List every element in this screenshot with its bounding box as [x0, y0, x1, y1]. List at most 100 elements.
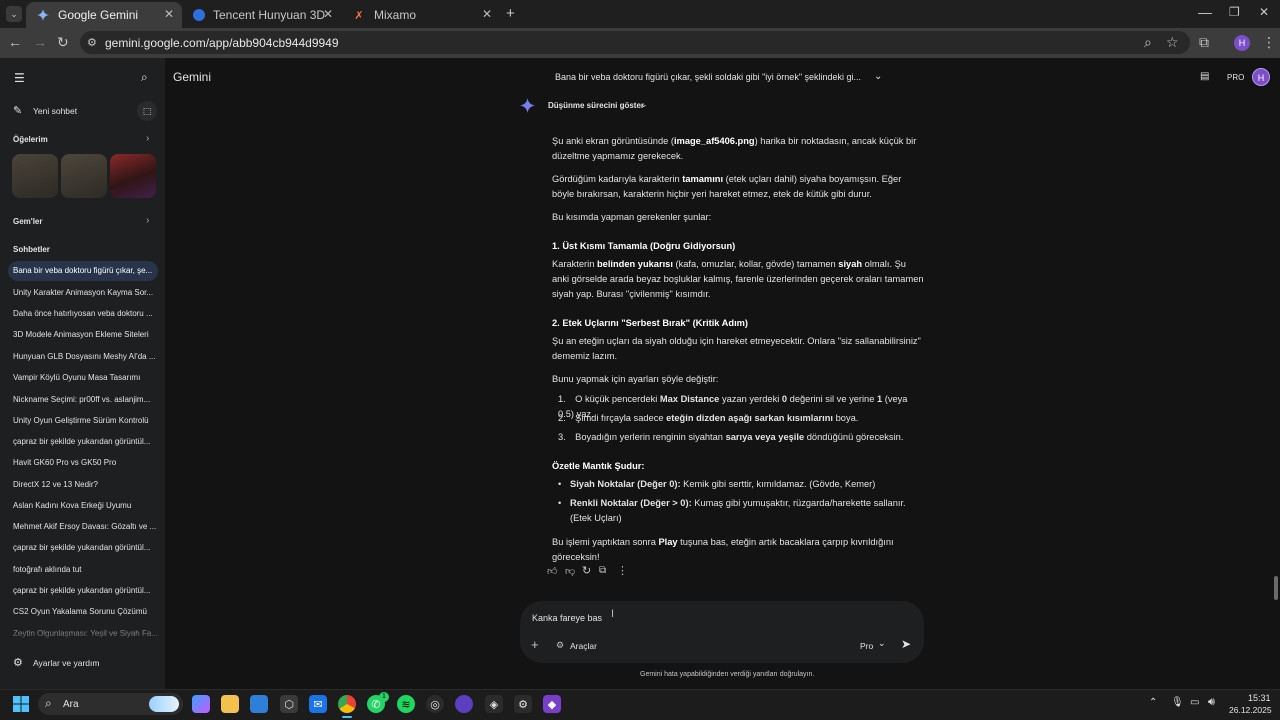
window-close-icon[interactable]: ✕ — [1259, 5, 1269, 19]
prompt-input[interactable]: Kanka fareye bas — [532, 613, 602, 623]
profile-avatar[interactable]: H — [1234, 35, 1250, 51]
whatsapp-badge: 1 — [379, 692, 389, 702]
new-chat-icon[interactable]: ✎ — [13, 104, 22, 117]
app-circle-icon[interactable]: ◎ — [426, 695, 444, 713]
chat-item[interactable]: Hunyuan GLB Dosyasını Meshy AI'da ... — [8, 347, 158, 367]
new-tab-icon[interactable]: + — [506, 5, 515, 22]
tab-mixamo[interactable]: ✗ Mixamo ✕ — [342, 2, 500, 28]
tab-tencent-hunyuan[interactable]: Tencent Hunyuan 3D ✕ — [183, 2, 341, 28]
active-app-indicator — [342, 716, 352, 718]
reload-icon[interactable]: ↻ — [57, 34, 69, 51]
tray-chevron-up-icon[interactable]: ⌃ — [1149, 697, 1157, 708]
chat-item[interactable]: CS2 Oyun Yakalama Sorunu Çözümü — [8, 602, 158, 622]
site-info-icon[interactable]: ⚙ — [87, 36, 97, 49]
app-hexagon-icon[interactable]: ⬡ — [280, 695, 298, 713]
new-chat-button[interactable]: Yeni sohbet — [33, 106, 77, 116]
settings-gear-icon[interactable]: ⚙ — [13, 656, 23, 669]
browser-menu-icon[interactable]: ⋮ — [1262, 34, 1276, 51]
visual-studio-icon[interactable]: ◆ — [543, 695, 561, 713]
extensions-icon[interactable]: ⧉ — [1199, 34, 1209, 51]
close-icon[interactable]: ✕ — [323, 7, 333, 21]
chevron-right-icon[interactable]: › — [146, 215, 149, 226]
temporary-chat-icon[interactable]: ⬚ — [137, 101, 157, 121]
search-icon[interactable]: ⌕ — [141, 70, 148, 85]
chevron-down-icon[interactable]: ⌄ — [878, 638, 886, 649]
mail-icon[interactable]: ✉ — [309, 695, 327, 713]
minimize-icon[interactable]: — — [1198, 4, 1212, 20]
chat-item[interactable]: çapraz bir şekilde yukarıdan görüntül... — [8, 581, 158, 601]
menu-icon[interactable]: ☰ — [14, 71, 25, 85]
tools-button[interactable]: Araçlar — [570, 641, 597, 651]
close-icon[interactable]: ✕ — [482, 7, 492, 21]
chat-item[interactable]: fotoğrafı aklında tut — [8, 560, 158, 580]
volume-icon[interactable]: 🔊︎ — [1208, 696, 1215, 709]
chat-item[interactable]: çapraz bir şekilde yukarıdan görüntül... — [8, 538, 158, 558]
thumbs-down-icon[interactable]: 👎︎ — [565, 565, 575, 577]
chat-item[interactable]: çapraz bir şekilde yukarıdan görüntül... — [8, 432, 158, 452]
disclaimer-text: Gemini hata yapabildiğinden verdiği yanı… — [640, 671, 815, 678]
chat-item[interactable]: Unity Karakter Animasyon Kayma Sor... — [8, 283, 158, 303]
clock-date[interactable]: 26.12.2025 — [1229, 705, 1272, 715]
list-item: Renkli Noktalar (Değer > 0): Kumaş gibi … — [558, 496, 924, 526]
copilot-icon[interactable] — [192, 695, 210, 713]
list-item: 3. Boyadığın yerlerin renginin siyahtan … — [558, 432, 904, 442]
my-items-header[interactable]: Öğelerim — [13, 135, 48, 144]
url-text[interactable]: gemini.google.com/app/abb904cb944d9949 — [105, 36, 339, 50]
send-icon[interactable]: ➤ — [901, 637, 911, 651]
github-icon[interactable] — [455, 695, 473, 713]
app-title: Gemini — [173, 70, 212, 84]
chevron-down-icon[interactable]: ⌄ — [640, 99, 648, 110]
settings-help-button[interactable]: Ayarlar ve yardım — [33, 658, 99, 668]
chat-item[interactable]: Mehmet Akif Ersoy Davası: Gözaltı ve ... — [8, 517, 158, 537]
chat-item[interactable]: Bana bir veba doktoru figürü çıkar, şe..… — [8, 261, 158, 281]
forward-icon[interactable]: → — [33, 34, 47, 50]
print-icon[interactable]: ▤ — [1200, 71, 1209, 82]
file-explorer-icon[interactable] — [221, 695, 239, 713]
prompt-input-container — [520, 601, 924, 663]
account-avatar[interactable]: H — [1252, 68, 1270, 86]
text-cursor-icon: I — [611, 608, 615, 620]
chat-item[interactable]: Unity Oyun Geliştirme Sürüm Kontrolü — [8, 411, 158, 431]
chevron-down-icon[interactable]: ⌄ — [874, 71, 882, 82]
chat-item[interactable]: Daha önce hatırlıyosan veba doktoru ... — [8, 304, 158, 324]
clock-time[interactable]: 15:31 — [1248, 693, 1271, 703]
chat-item[interactable]: Havit GK60 Pro vs GK50 Pro — [8, 453, 158, 473]
more-options-icon[interactable]: ⋮ — [617, 564, 628, 577]
gems-header[interactable]: Gem'ler — [13, 217, 42, 226]
show-thinking-toggle[interactable]: Düşünme sürecini göster — [548, 101, 644, 110]
back-icon[interactable]: ← — [8, 34, 22, 50]
response-paragraph: Gördüğüm kadarıyla karakterin tamamını (… — [552, 174, 902, 199]
chat-item[interactable]: Nickname Seçimi: pr00ff vs. aslanjim... — [8, 390, 158, 410]
chat-item[interactable]: Aslan Kadını Kova Erkeği Uyumu — [8, 496, 158, 516]
microphone-icon[interactable]: 🎙︎ — [1171, 697, 1184, 708]
tools-icon[interactable]: ⚙ — [556, 640, 564, 651]
windows-start-icon[interactable] — [13, 696, 29, 712]
item-thumbnail-1[interactable] — [12, 154, 58, 198]
chat-item[interactable]: DirectX 12 ve 13 Nedir? — [8, 475, 158, 495]
chevron-right-icon[interactable]: › — [146, 133, 149, 144]
regenerate-icon[interactable]: ↻ — [582, 564, 591, 577]
scrollbar-thumb[interactable] — [1274, 576, 1278, 600]
microsoft-store-icon[interactable] — [250, 695, 268, 713]
tab-search-icon[interactable]: ⌄ — [6, 6, 22, 22]
network-icon[interactable]: ▭ — [1190, 697, 1199, 708]
spotify-icon[interactable]: ≋ — [397, 695, 415, 713]
chrome-icon[interactable] — [338, 695, 356, 713]
tab-google-gemini[interactable]: Google Gemini ✕ — [26, 2, 182, 28]
item-thumbnail-3[interactable] — [110, 154, 156, 198]
zoom-icon[interactable]: ⌕ — [1144, 34, 1152, 51]
unity-hub-icon[interactable]: ◈ — [485, 695, 503, 713]
thumbs-up-icon[interactable]: 👍︎ — [547, 565, 557, 577]
close-icon[interactable]: ✕ — [164, 7, 174, 21]
chat-item[interactable]: Vampir Köylü Oyunu Masa Tasarımı — [8, 368, 158, 388]
item-thumbnail-2[interactable] — [61, 154, 107, 198]
copy-icon[interactable]: ⧉ — [599, 565, 606, 576]
model-selector[interactable]: Pro — [860, 641, 873, 651]
search-icon: ⌕ — [45, 696, 52, 710]
chat-item[interactable]: 3D Modele Animasyon Ekleme Siteleri — [8, 325, 158, 345]
conversation-title[interactable]: Bana bir veba doktoru figürü çıkar, şekl… — [555, 72, 861, 82]
bookmark-star-icon[interactable]: ☆ — [1166, 34, 1179, 51]
maximize-icon[interactable]: ❐ — [1229, 5, 1240, 19]
app-gear-icon[interactable]: ⚙ — [514, 695, 532, 713]
add-icon[interactable]: + — [531, 637, 539, 652]
